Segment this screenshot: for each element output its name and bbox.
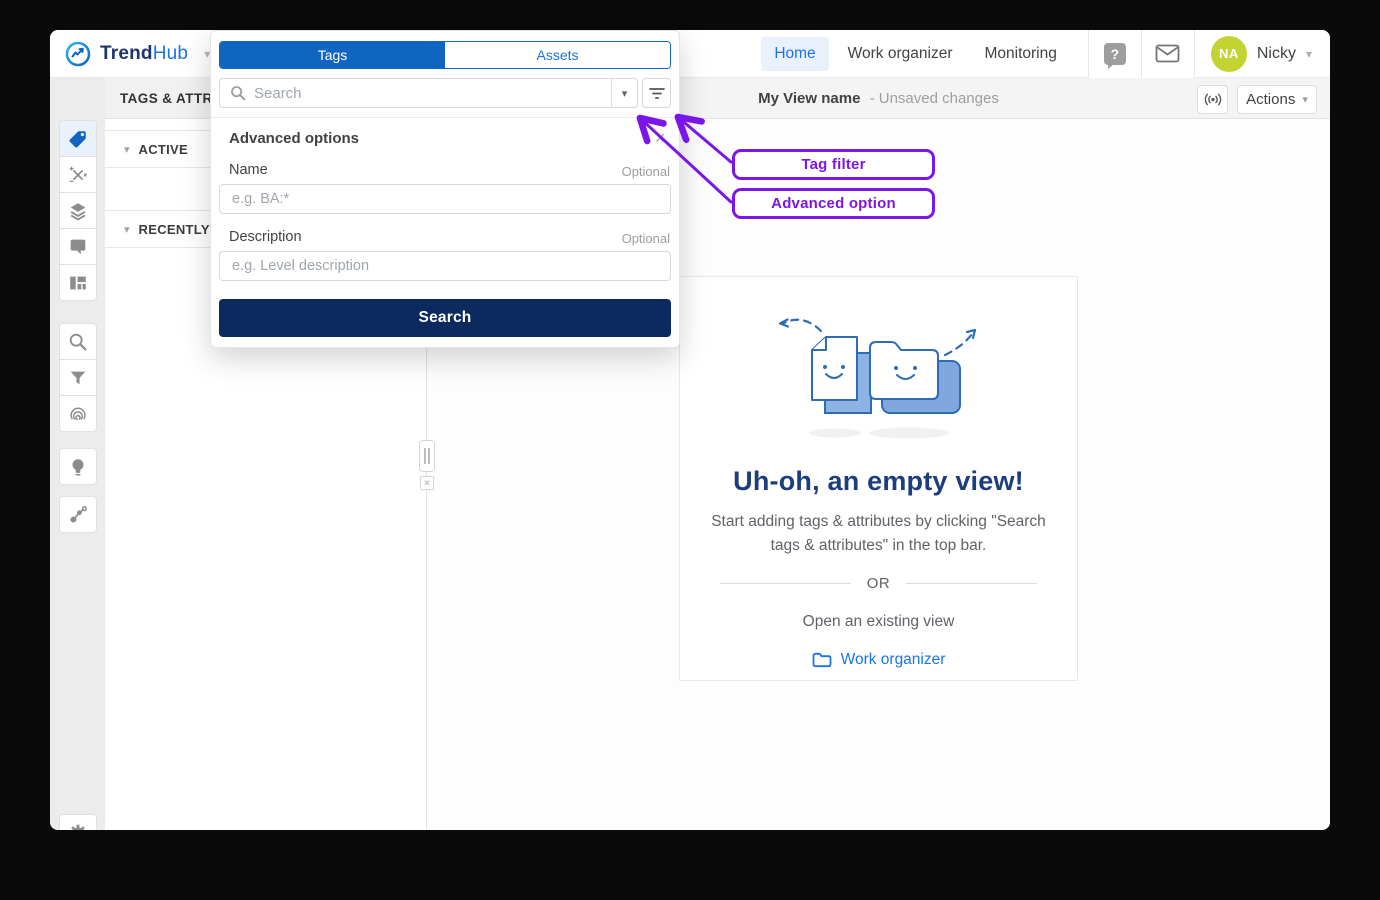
panel-title: TAGS & ATTR [120, 91, 213, 106]
empty-state-heading: Uh-oh, an empty view! [680, 466, 1077, 497]
sidebar-item-filter[interactable] [59, 359, 97, 396]
user-menu[interactable]: NA Nicky ▾ [1195, 36, 1330, 72]
lightbulb-icon [67, 456, 89, 478]
or-divider: OR [720, 575, 1037, 592]
left-icon-rail [50, 78, 105, 830]
live-mode-button[interactable] [1197, 85, 1228, 114]
advanced-options-toggle[interactable]: ▾ [611, 79, 637, 107]
tag-filter-button[interactable] [642, 78, 671, 108]
view-status: - Unsaved changes [870, 90, 999, 107]
search-submit-button[interactable]: Search [219, 299, 671, 337]
search-input[interactable] [254, 85, 611, 102]
chevron-down-icon: ▾ [1302, 93, 1308, 106]
tab-assets[interactable]: Assets [445, 42, 670, 68]
annotation-advanced-option: Advanced option [732, 188, 935, 219]
rail-group-search [59, 323, 97, 432]
nav-item-monitoring[interactable]: Monitoring [971, 37, 1069, 71]
sidebar-item-dashboard[interactable] [59, 264, 97, 301]
annotation-tag-filter: Tag filter [732, 149, 935, 180]
folder-icon [812, 652, 832, 668]
avatar: NA [1211, 36, 1247, 72]
trendhub-logo-icon [65, 41, 91, 67]
chevron-down-icon: ▾ [1306, 47, 1312, 61]
name-label: Name [229, 162, 268, 178]
brand-name: TrendHub [100, 43, 188, 65]
help-button[interactable]: ? [1089, 30, 1141, 78]
divider [211, 117, 679, 118]
rail-group-main [59, 120, 97, 301]
gear-icon [67, 822, 89, 831]
sidebar-item-search[interactable] [59, 323, 97, 360]
rail-group-connections [59, 496, 97, 533]
description-field[interactable] [219, 251, 671, 281]
mail-icon [1155, 44, 1180, 63]
sidebar-item-comments[interactable] [59, 228, 97, 265]
search-field: ▾ [219, 78, 638, 108]
nav-item-home[interactable]: Home [761, 37, 828, 71]
sidebar-item-settings[interactable] [59, 814, 97, 830]
panel-splitter-handle[interactable] [419, 440, 435, 472]
rail-group-ideas [59, 448, 97, 485]
name-field[interactable] [219, 184, 671, 214]
calculation-icon [67, 164, 89, 186]
description-optional-hint: Optional [622, 231, 670, 246]
sidebar-item-layers[interactable] [59, 192, 97, 229]
comment-icon [67, 236, 89, 258]
actions-button[interactable]: Actions ▾ [1237, 85, 1317, 114]
rail-group-settings [59, 814, 97, 830]
popup-search-row: ▾ [219, 78, 671, 108]
chevron-down-icon: ▾ [124, 223, 130, 236]
close-icon[interactable]: ✕ [654, 130, 666, 147]
panel-collapse-button[interactable]: ✕ [420, 476, 434, 490]
top-nav: Home Work organizer Monitoring [761, 37, 1070, 71]
messages-button[interactable] [1142, 30, 1194, 78]
view-title: My View name [758, 90, 860, 107]
chevron-down-icon: ▾ [124, 143, 130, 156]
empty-state-body: Start adding tags & attributes by clicki… [680, 510, 1077, 558]
popup-tabs: Tags Assets [219, 41, 671, 69]
work-organizer-link[interactable]: Work organizer [812, 651, 946, 669]
tag-icon [67, 128, 89, 150]
top-bar-right: Home Work organizer Monitoring ? NA Nick… [761, 30, 1330, 77]
brand-logo: TrendHub ▾ [65, 41, 210, 67]
layers-icon [67, 200, 89, 222]
search-icon [67, 331, 89, 353]
view-header-actions: Actions ▾ [1197, 85, 1317, 114]
connections-icon [67, 504, 89, 526]
advanced-options-title: Advanced options [229, 130, 359, 147]
broadcast-icon [1203, 93, 1223, 106]
name-optional-hint: Optional [622, 164, 670, 179]
dashboard-icon [67, 272, 89, 294]
open-existing-text: Open an existing view [680, 613, 1077, 631]
description-label: Description [229, 229, 302, 245]
search-icon [230, 85, 246, 101]
sidebar-item-tags[interactable] [59, 120, 97, 157]
tab-tags[interactable]: Tags [220, 42, 445, 68]
fingerprint-icon [67, 403, 89, 425]
empty-view-card: Uh-oh, an empty view! Start adding tags … [679, 276, 1078, 681]
funnel-icon [67, 367, 89, 389]
user-name: Nicky [1257, 45, 1296, 63]
sidebar-item-ideas[interactable] [59, 448, 97, 485]
nav-item-work-organizer[interactable]: Work organizer [835, 37, 966, 71]
help-icon: ? [1104, 43, 1126, 65]
sidebar-item-connections[interactable] [59, 496, 97, 533]
sidebar-item-fingerprint[interactable] [59, 395, 97, 432]
empty-state-illustration [769, 309, 989, 449]
tag-search-popup: Tags Assets ▾ Advanced options ✕ Name Op… [210, 30, 680, 348]
sidebar-item-calculations[interactable] [59, 156, 97, 193]
filter-lines-icon [649, 87, 665, 100]
